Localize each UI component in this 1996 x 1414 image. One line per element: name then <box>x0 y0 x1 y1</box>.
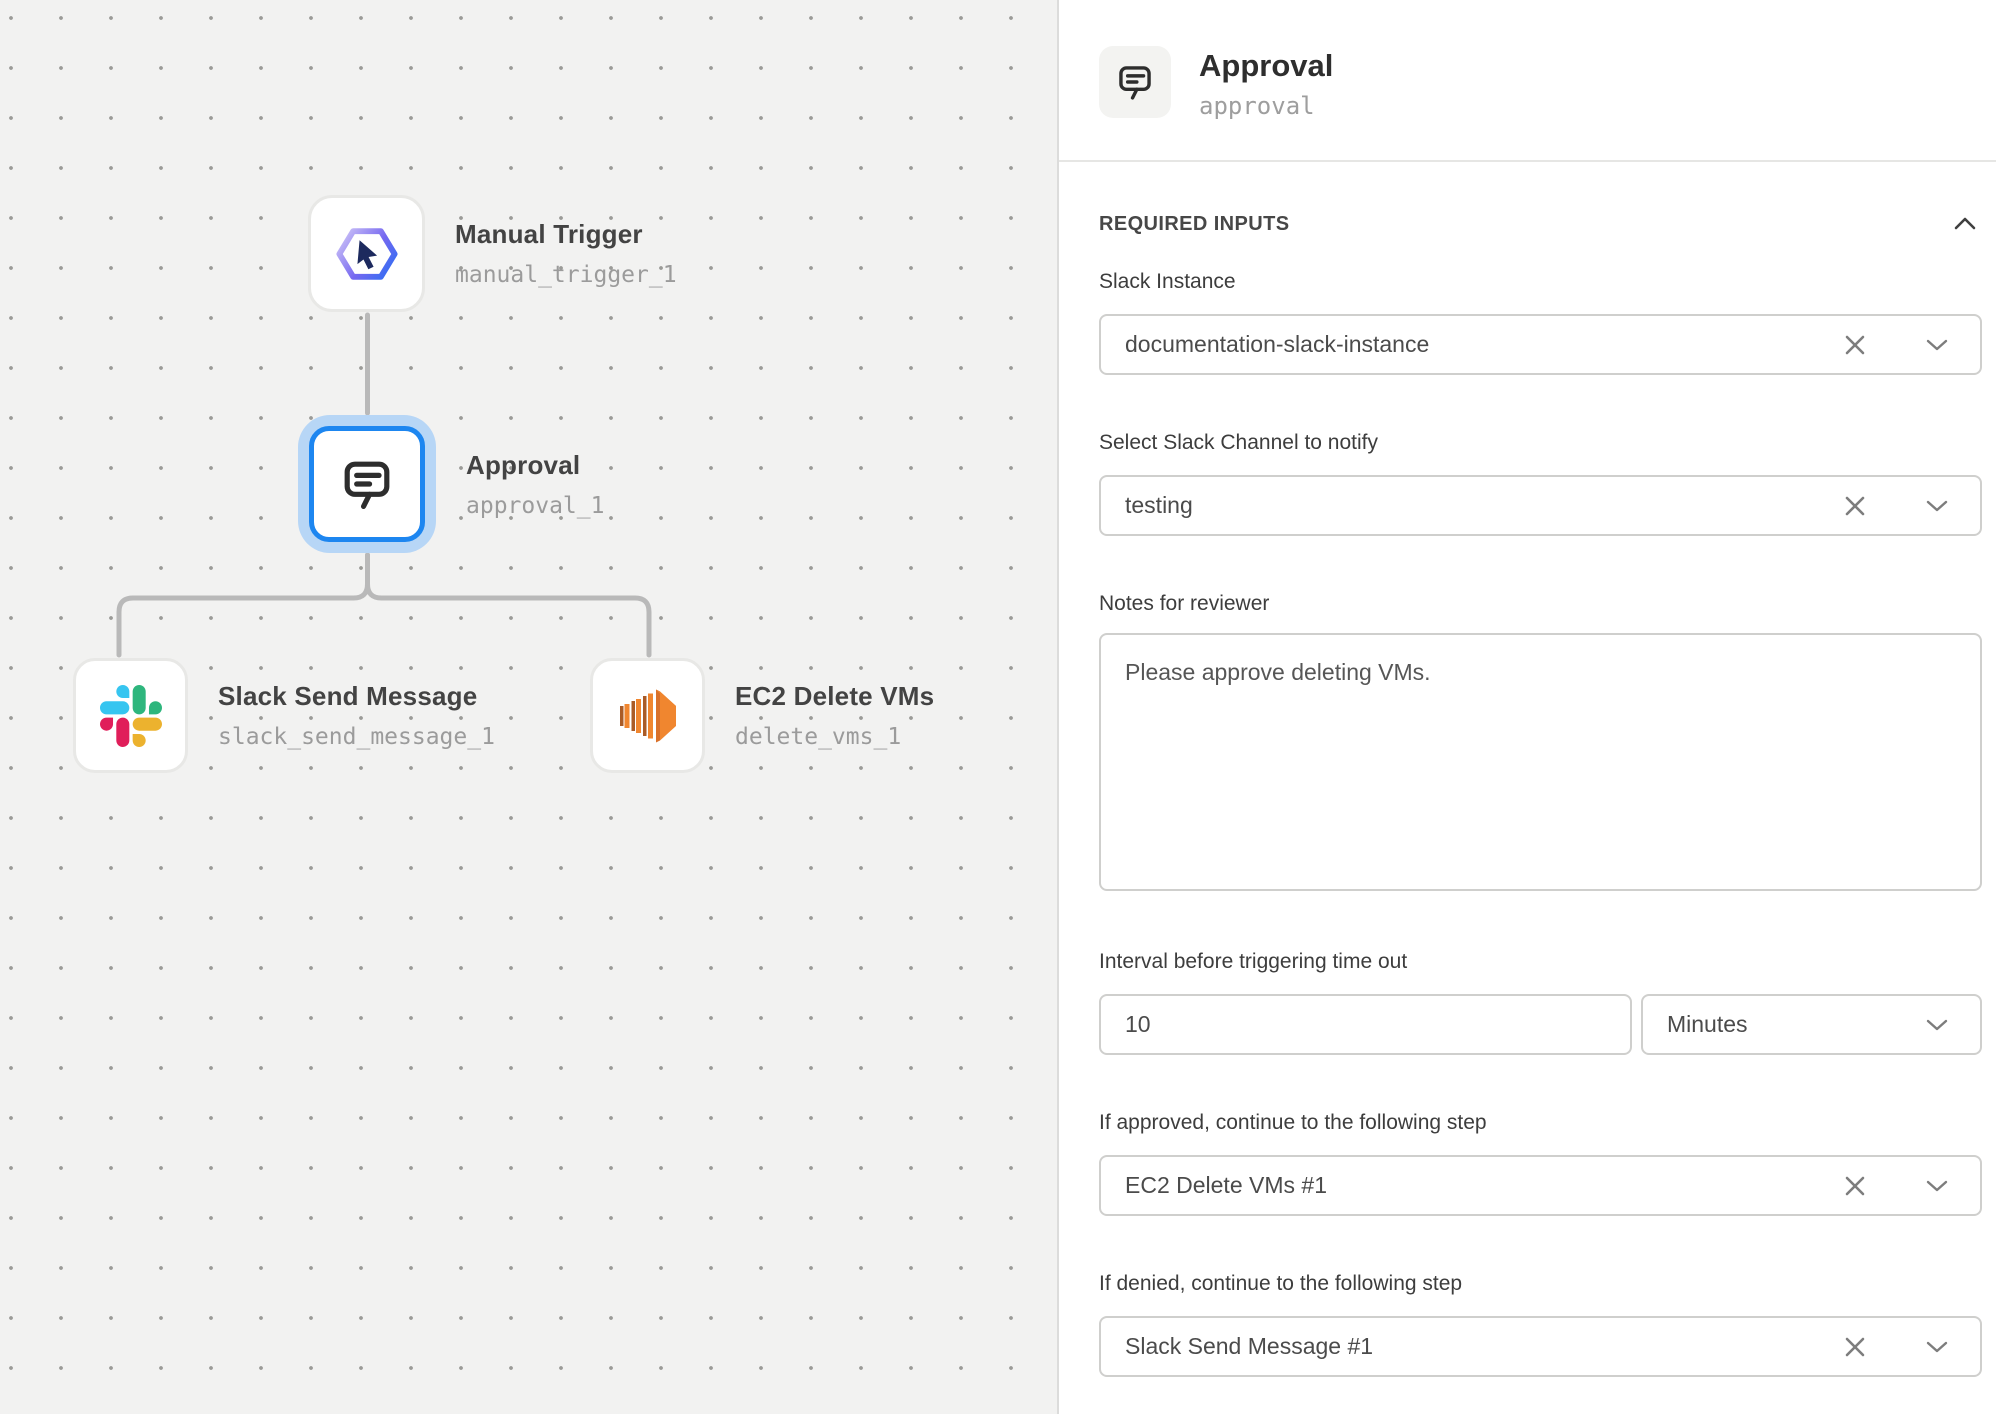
if-approved-group: If approved, continue to the following s… <box>1099 1111 1982 1216</box>
node-title: EC2 Delete VMs <box>735 681 934 712</box>
node-id: manual_trigger_1 <box>455 262 677 288</box>
slack-instance-group: Slack Instance documentation-slack-insta… <box>1099 270 1982 375</box>
node-id: delete_vms_1 <box>735 724 934 750</box>
interval-unit-select[interactable]: Minutes <box>1641 994 1982 1055</box>
approval-step-icon-badge <box>1099 46 1171 118</box>
dropdown-button[interactable] <box>1924 1178 1950 1194</box>
dropdown-button[interactable] <box>1924 498 1950 514</box>
slack-instance-label: Slack Instance <box>1099 270 1982 294</box>
clear-x-icon <box>1842 493 1868 519</box>
step-config-panel: Approval approval REQUIRED INPUTS Slack … <box>1057 0 1996 1414</box>
slack-channel-select[interactable]: testing <box>1099 475 1982 536</box>
if-denied-label: If denied, continue to the following ste… <box>1099 1272 1982 1296</box>
node-title: Manual Trigger <box>455 219 677 250</box>
clear-x-icon <box>1842 1173 1868 1199</box>
interval-unit-value: Minutes <box>1667 1011 1924 1038</box>
node-slack-send-message: Slack Send Message slack_send_message_1 <box>73 658 495 773</box>
workflow-canvas[interactable]: Manual Trigger manual_trigger_1 Approval… <box>0 0 1057 1414</box>
node-id: approval_1 <box>466 493 604 519</box>
clear-x-icon <box>1842 332 1868 358</box>
approval-icon <box>336 453 398 515</box>
clear-button[interactable] <box>1842 1173 1868 1199</box>
if-approved-value: EC2 Delete VMs #1 <box>1125 1172 1842 1199</box>
node-manual-trigger: Manual Trigger manual_trigger_1 <box>308 195 677 312</box>
chevron-down-icon <box>1924 498 1950 514</box>
chevron-down-icon <box>1924 1178 1950 1194</box>
interval-label: Interval before triggering time out <box>1099 950 1982 974</box>
clear-x-icon <box>1842 1334 1868 1360</box>
node-ec2-delete-vms: EC2 Delete VMs delete_vms_1 <box>590 658 934 773</box>
if-denied-group: If denied, continue to the following ste… <box>1099 1272 1982 1377</box>
if-denied-select[interactable]: Slack Send Message #1 <box>1099 1316 1982 1377</box>
slack-instance-select[interactable]: documentation-slack-instance <box>1099 314 1982 375</box>
if-approved-label: If approved, continue to the following s… <box>1099 1111 1982 1135</box>
node-approval-tile[interactable] <box>309 426 425 542</box>
node-title: Approval <box>466 450 604 481</box>
dropdown-button[interactable] <box>1924 337 1950 353</box>
chevron-up-icon <box>1952 214 1978 234</box>
ec2-icon <box>612 680 684 752</box>
panel-title: Approval <box>1199 48 1333 84</box>
dropdown-button[interactable] <box>1924 1017 1950 1033</box>
clear-button[interactable] <box>1842 493 1868 519</box>
interval-group: Interval before triggering time out Minu… <box>1099 950 1982 1055</box>
approval-icon <box>1113 60 1157 104</box>
node-ec2-tile[interactable] <box>590 658 705 773</box>
manual-trigger-icon <box>333 220 401 288</box>
panel-subtitle: approval <box>1199 92 1333 120</box>
node-id: slack_send_message_1 <box>218 724 495 750</box>
node-manual-trigger-tile[interactable] <box>308 195 425 312</box>
clear-button[interactable] <box>1842 1334 1868 1360</box>
notes-group: Notes for reviewer Please approve deleti… <box>1099 592 1982 896</box>
node-approval: Approval approval_1 <box>298 415 604 553</box>
slack-channel-label: Select Slack Channel to notify <box>1099 431 1982 455</box>
notes-textarea[interactable]: Please approve deleting VMs. <box>1099 633 1982 891</box>
if-approved-select[interactable]: EC2 Delete VMs #1 <box>1099 1155 1982 1216</box>
required-inputs-section: REQUIRED INPUTS Slack Instance documenta… <box>1059 162 1996 1377</box>
if-denied-value: Slack Send Message #1 <box>1125 1333 1842 1360</box>
node-title: Slack Send Message <box>218 681 495 712</box>
dropdown-button[interactable] <box>1924 1339 1950 1355</box>
collapse-section-button[interactable] <box>1948 210 1982 238</box>
panel-header: Approval approval <box>1059 0 1996 162</box>
slack-channel-value: testing <box>1125 492 1842 519</box>
node-approval-selection-halo <box>298 415 436 553</box>
chevron-down-icon <box>1924 1339 1950 1355</box>
interval-value-input[interactable] <box>1099 994 1632 1055</box>
slack-instance-value: documentation-slack-instance <box>1125 331 1842 358</box>
notes-label: Notes for reviewer <box>1099 592 1982 616</box>
section-title: REQUIRED INPUTS <box>1099 213 1289 236</box>
chevron-down-icon <box>1924 337 1950 353</box>
clear-button[interactable] <box>1842 332 1868 358</box>
slack-channel-group: Select Slack Channel to notify testing <box>1099 431 1982 536</box>
node-slack-tile[interactable] <box>73 658 188 773</box>
chevron-down-icon <box>1924 1017 1950 1033</box>
slack-icon <box>100 685 162 747</box>
